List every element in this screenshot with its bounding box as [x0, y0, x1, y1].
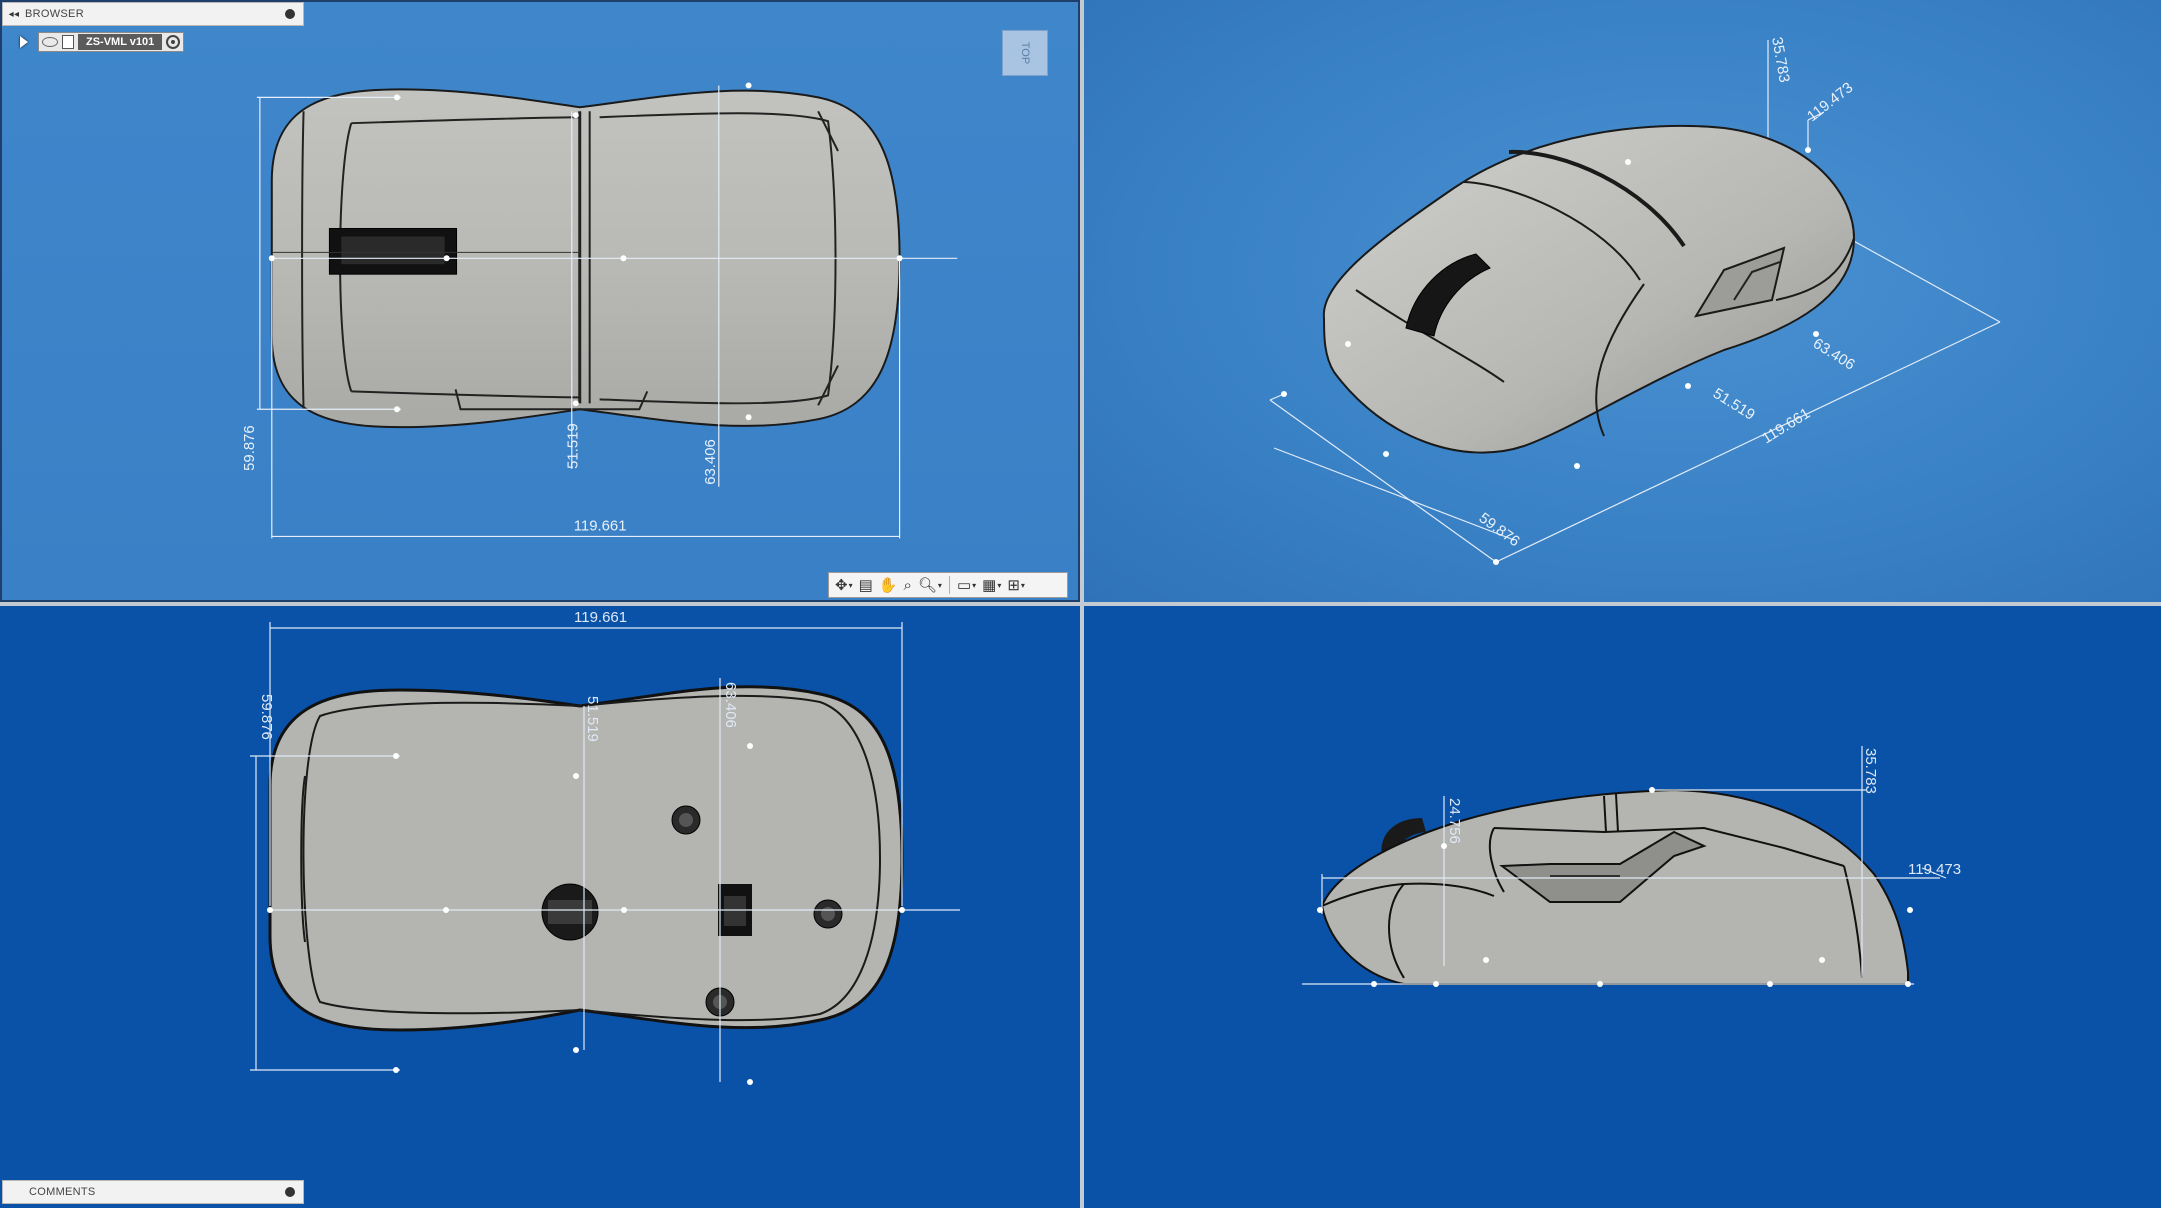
- dim-midwidth-top[interactable]: 51.519: [566, 423, 582, 469]
- viewport-bottom[interactable]: 119.661 59.876 51.519 63.406: [0, 606, 1080, 1208]
- orbit-icon[interactable]: ✥ ▾: [833, 575, 855, 595]
- side-dim-length[interactable]: 119.473: [1908, 861, 1961, 878]
- comments-panel-header[interactable]: COMMENTS: [2, 1180, 304, 1204]
- iso-dim-front-width[interactable]: 59.876: [1476, 509, 1523, 550]
- viewport-top[interactable]: 119.661 59.876 51.519 63.406 TOP ✥ ▾ ▤ ✋ …: [0, 0, 1080, 602]
- zoom-icon[interactable]: ⌕: [901, 575, 913, 595]
- visibility-eye-icon[interactable]: [42, 37, 58, 47]
- browser-tree-root[interactable]: ZS-VML v101: [20, 32, 185, 52]
- document-icon: [62, 35, 74, 49]
- expand-arrow-icon[interactable]: [20, 36, 28, 48]
- fit-icon[interactable]: 🔍︎ ▾: [916, 575, 944, 595]
- pin-icon[interactable]: [285, 1187, 295, 1197]
- pin-icon[interactable]: [285, 9, 295, 19]
- look-at-icon[interactable]: ▤: [857, 575, 875, 595]
- side-dim-height[interactable]: 35.783: [1862, 748, 1879, 794]
- comments-title: COMMENTS: [29, 1186, 96, 1198]
- iso-dim-rear-width[interactable]: 63.406: [1810, 335, 1858, 374]
- dim-width-bottom[interactable]: 59.876: [258, 694, 275, 740]
- dim-rearwidth-bottom[interactable]: 63.406: [722, 682, 739, 728]
- viewport-iso[interactable]: 35.783 119.473 63.406 51.519 119.661 59.…: [1084, 0, 2161, 602]
- side-dim-front-height[interactable]: 24.756: [1446, 798, 1463, 844]
- side-view-scene: 35.783 24.756 119.473: [1302, 746, 1961, 987]
- browser-title: BROWSER: [25, 8, 84, 20]
- dim-rearwidth-top[interactable]: 63.406: [703, 439, 719, 485]
- dim-length-top[interactable]: 119.661: [574, 518, 627, 534]
- divider: [948, 576, 950, 594]
- activate-target-icon[interactable]: [166, 35, 181, 49]
- viewcube[interactable]: TOP: [1002, 30, 1048, 76]
- component-chip[interactable]: ZS-VML v101: [38, 32, 185, 52]
- display-settings-icon[interactable]: ▭ ▾: [955, 575, 978, 595]
- bottom-view-scene: 119.661 59.876 51.519 63.406: [250, 609, 960, 1085]
- iso-dim-length-side[interactable]: 119.473: [1804, 79, 1856, 125]
- browser-panel-header[interactable]: ◂◂ BROWSER: [2, 2, 304, 26]
- viewcube-face-label: TOP: [1018, 41, 1031, 65]
- dim-length-bottom[interactable]: 119.661: [574, 609, 627, 626]
- dim-width-top[interactable]: 59.876: [242, 425, 258, 471]
- navigation-bar: ✥ ▾ ▤ ✋ ⌕ 🔍︎ ▾ ▭ ▾ ▦ ▾ ⊞ ▾: [828, 572, 1068, 598]
- pan-icon[interactable]: ✋: [877, 575, 900, 595]
- top-view-scene: 119.661 59.876 51.519 63.406: [242, 82, 958, 539]
- component-name[interactable]: ZS-VML v101: [78, 34, 163, 50]
- iso-dim-mid-width[interactable]: 51.519: [1710, 385, 1758, 424]
- iso-dim-length[interactable]: 119.661: [1759, 405, 1813, 448]
- iso-dim-height[interactable]: 35.783: [1768, 36, 1793, 84]
- grid-icon[interactable]: ▦ ▾: [980, 575, 1003, 595]
- iso-view-scene: 35.783 119.473 63.406 51.519 119.661 59.…: [1269, 36, 2001, 565]
- dim-midwidth-bottom[interactable]: 51.519: [584, 696, 601, 742]
- viewports-icon[interactable]: ⊞ ▾: [1005, 575, 1027, 595]
- viewport-side[interactable]: 35.783 24.756 119.473: [1084, 606, 2161, 1208]
- collapse-icon[interactable]: ◂◂: [3, 9, 25, 20]
